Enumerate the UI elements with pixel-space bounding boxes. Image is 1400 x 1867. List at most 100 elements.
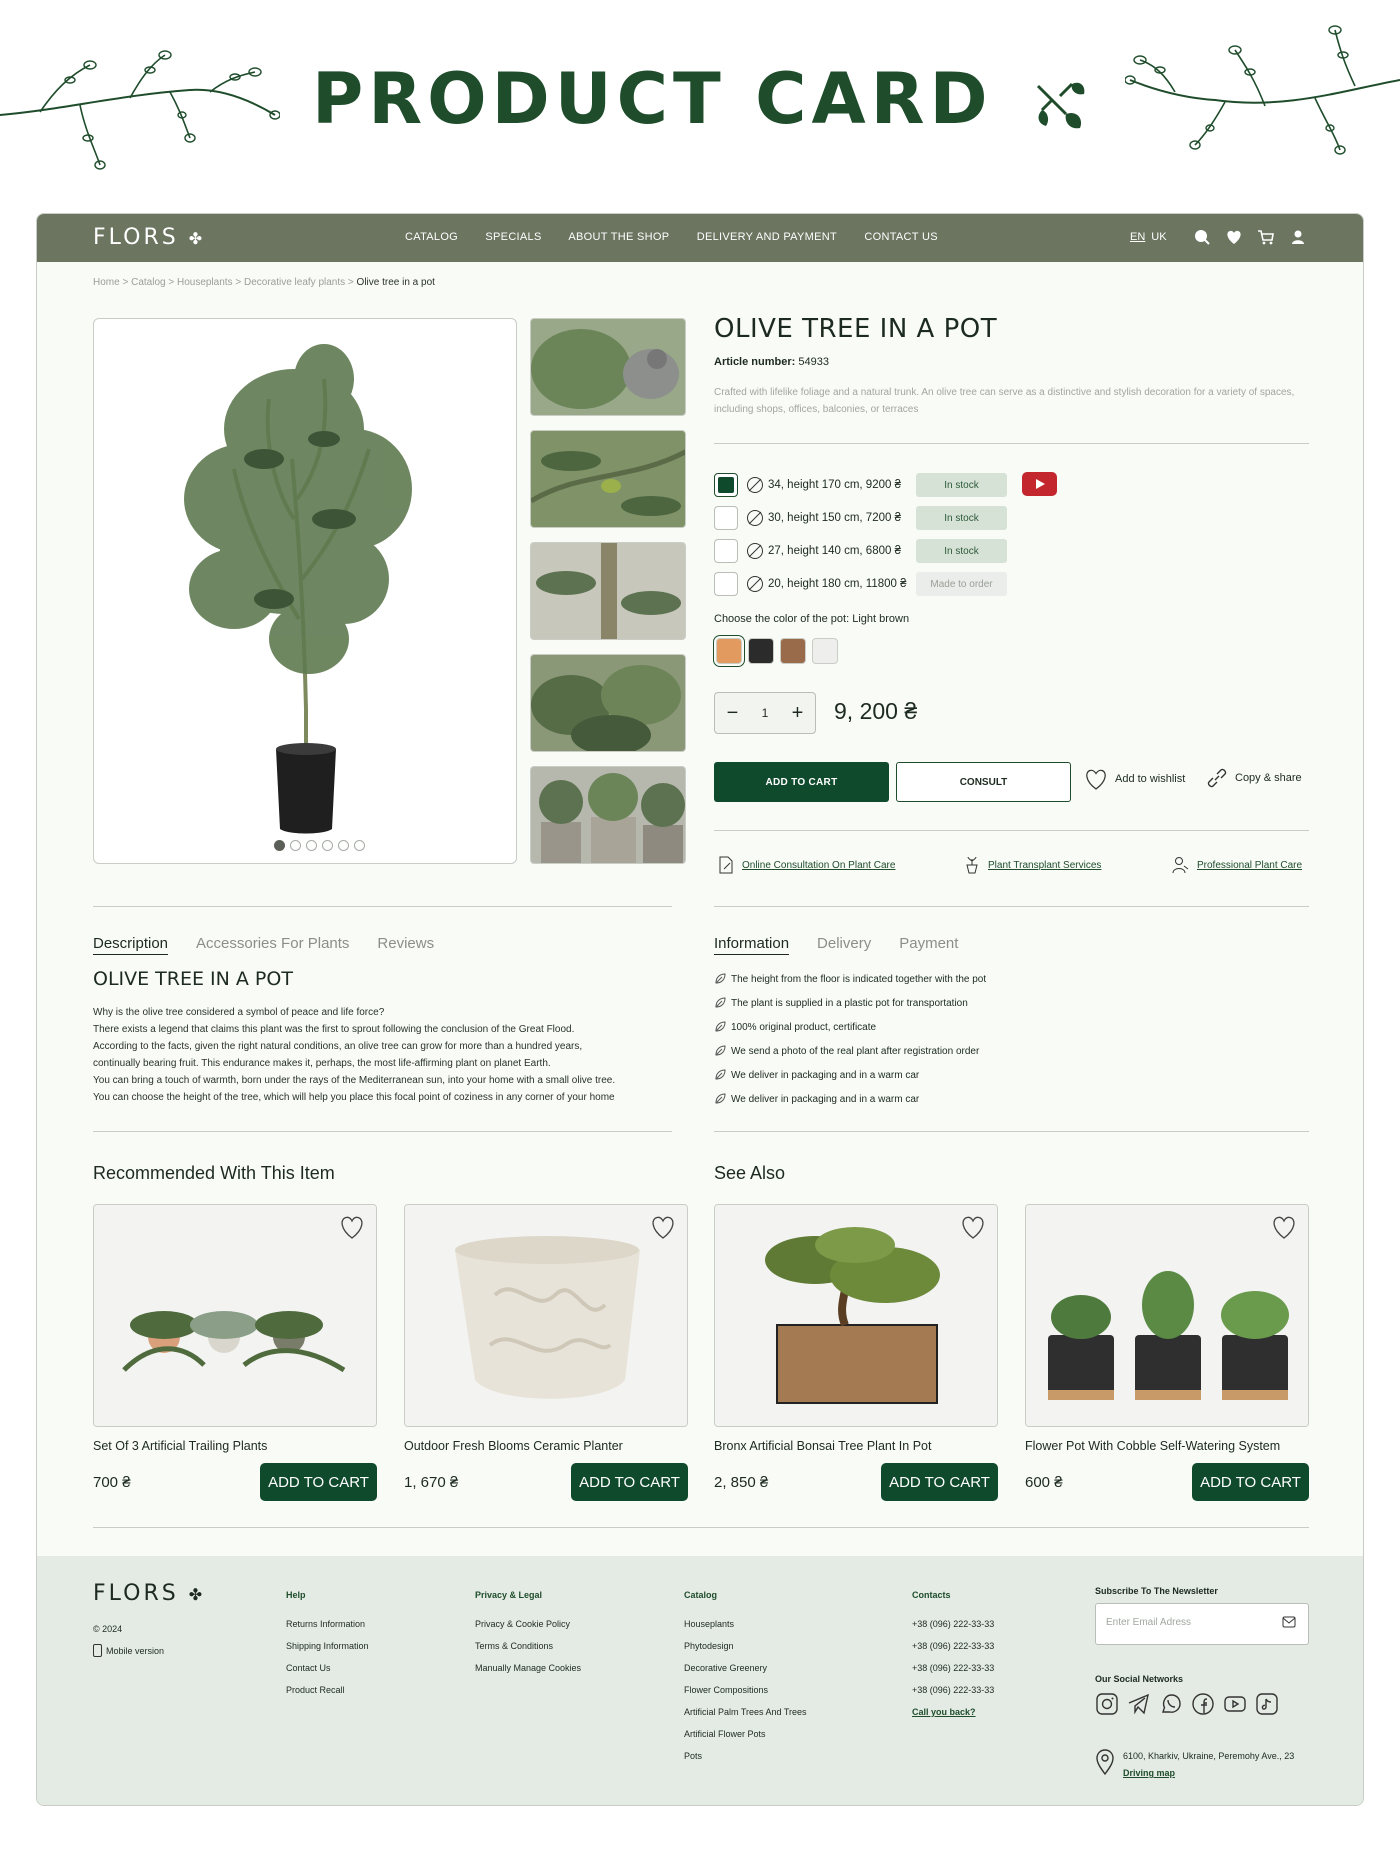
option-checkbox[interactable]	[714, 506, 738, 530]
main-product-image[interactable]	[93, 318, 517, 864]
tab-description[interactable]: Description	[93, 935, 169, 955]
user-icon[interactable]	[1287, 226, 1309, 248]
add-to-wishlist[interactable]: Add to wishlist	[1083, 766, 1185, 792]
wishlist-heart-icon[interactable]	[338, 1213, 366, 1241]
gallery-dot[interactable]	[290, 840, 301, 851]
thumbnail-1[interactable]	[530, 318, 686, 416]
nav-specials[interactable]: SPECIALS	[485, 231, 541, 243]
lang-uk[interactable]: UK	[1151, 231, 1166, 243]
card-add-to-cart-button[interactable]: ADD TO CART	[1192, 1463, 1309, 1501]
option-checkbox[interactable]	[714, 572, 738, 596]
email-input[interactable]: Enter Email Adress	[1095, 1603, 1309, 1645]
gallery-dot[interactable]	[306, 840, 317, 851]
callback-link[interactable]: Call you back?	[912, 1701, 994, 1723]
thumbnail-2[interactable]	[530, 430, 686, 528]
size-option[interactable]: 30, height 150 cm, 7200 ₴ In stock	[714, 505, 1007, 531]
color-swatch-white[interactable]	[812, 638, 838, 664]
color-swatch-black[interactable]	[748, 638, 774, 664]
card-image[interactable]	[1025, 1204, 1309, 1427]
facebook-icon[interactable]	[1191, 1692, 1215, 1716]
footer-link[interactable]: Terms & Conditions	[475, 1635, 581, 1657]
lang-en[interactable]: EN	[1130, 231, 1145, 243]
footer-link[interactable]: Contact Us	[286, 1657, 369, 1679]
card-image[interactable]	[404, 1204, 688, 1427]
footer-link[interactable]: Privacy & Cookie Policy	[475, 1613, 581, 1635]
option-checkbox[interactable]	[714, 473, 738, 497]
tab-delivery[interactable]: Delivery	[817, 935, 871, 955]
service-consultation[interactable]: Online Consultation On Plant Care	[718, 856, 895, 874]
mobile-version-link[interactable]: Mobile version	[93, 1644, 164, 1657]
wishlist-heart-icon[interactable]	[1270, 1213, 1298, 1241]
thumbnail-5[interactable]	[530, 766, 686, 864]
driving-map-link[interactable]: Driving map	[1123, 1768, 1294, 1778]
card-title[interactable]: Set Of 3 Artificial Trailing Plants	[93, 1439, 377, 1453]
footer-link[interactable]: Houseplants	[684, 1613, 807, 1635]
card-add-to-cart-button[interactable]: ADD TO CART	[260, 1463, 377, 1501]
youtube-video-button[interactable]	[1022, 472, 1057, 496]
phone-number[interactable]: +38 (096) 222-33-33	[912, 1613, 994, 1635]
footer-link[interactable]: Pots	[684, 1745, 807, 1767]
plus-button[interactable]: +	[792, 702, 804, 725]
footer-link[interactable]: Decorative Greenery	[684, 1657, 807, 1679]
footer-link[interactable]: Flower Compositions	[684, 1679, 807, 1701]
tab-reviews[interactable]: Reviews	[377, 935, 434, 955]
search-icon[interactable]	[1191, 226, 1213, 248]
footer-link[interactable]: Artificial Flower Pots	[684, 1723, 807, 1745]
tiktok-icon[interactable]	[1255, 1692, 1279, 1716]
tab-information[interactable]: Information	[714, 935, 790, 955]
thumbnail-4[interactable]	[530, 654, 686, 752]
nav-delivery[interactable]: DELIVERY AND PAYMENT	[697, 231, 837, 243]
footer-link[interactable]: Shipping Information	[286, 1635, 369, 1657]
gallery-dot[interactable]	[354, 840, 365, 851]
thumbnail-3[interactable]	[530, 542, 686, 640]
card-title[interactable]: Flower Pot With Cobble Self-Watering Sys…	[1025, 1439, 1309, 1453]
cart-icon[interactable]	[1255, 226, 1277, 248]
crumb-catalog[interactable]: Catalog	[131, 277, 165, 288]
tab-accessories[interactable]: Accessories For Plants	[196, 935, 349, 955]
wishlist-heart-icon[interactable]	[649, 1213, 677, 1241]
size-option[interactable]: 34, height 170 cm, 9200 ₴ In stock	[714, 472, 1007, 498]
telegram-icon[interactable]	[1127, 1692, 1151, 1716]
quantity-value[interactable]: 1	[762, 706, 769, 720]
service-plant-care[interactable]: Professional Plant Care	[1171, 856, 1302, 874]
card-add-to-cart-button[interactable]: ADD TO CART	[881, 1463, 998, 1501]
crumb-houseplants[interactable]: Houseplants	[177, 277, 233, 288]
nav-contact[interactable]: CONTACT US	[864, 231, 938, 243]
youtube-icon[interactable]	[1223, 1692, 1247, 1716]
gallery-dot[interactable]	[338, 840, 349, 851]
phone-number[interactable]: +38 (096) 222-33-33	[912, 1679, 994, 1701]
card-image[interactable]	[714, 1204, 998, 1427]
crumb-leafy[interactable]: Decorative leafy plants	[244, 277, 345, 288]
color-swatch-brown[interactable]	[780, 638, 806, 664]
card-image[interactable]	[93, 1204, 377, 1427]
whatsapp-icon[interactable]	[1159, 1692, 1183, 1716]
footer-link[interactable]: Artificial Palm Trees And Trees	[684, 1701, 807, 1723]
card-title[interactable]: Outdoor Fresh Blooms Ceramic Planter	[404, 1439, 688, 1453]
minus-button[interactable]: −	[727, 702, 739, 725]
crumb-home[interactable]: Home	[93, 277, 120, 288]
footer-link[interactable]: Product Recall	[286, 1679, 369, 1701]
card-add-to-cart-button[interactable]: ADD TO CART	[571, 1463, 688, 1501]
tab-payment[interactable]: Payment	[899, 935, 958, 955]
service-transplant[interactable]: Plant Transplant Services	[964, 856, 1101, 874]
phone-number[interactable]: +38 (096) 222-33-33	[912, 1635, 994, 1657]
color-swatch-orange[interactable]	[713, 635, 745, 667]
add-to-cart-button[interactable]: ADD TO CART	[714, 762, 889, 802]
mail-icon[interactable]	[1282, 1616, 1296, 1628]
size-option[interactable]: 20, height 180 cm, 11800 ₴ Made to order	[714, 571, 1007, 597]
header-logo[interactable]: FLORS ✤	[93, 225, 205, 250]
heart-icon[interactable]	[1223, 226, 1245, 248]
phone-number[interactable]: +38 (096) 222-33-33	[912, 1657, 994, 1679]
nav-about[interactable]: ABOUT THE SHOP	[568, 231, 669, 243]
card-title[interactable]: Bronx Artificial Bonsai Tree Plant In Po…	[714, 1439, 998, 1453]
footer-link[interactable]: Manually Manage Cookies	[475, 1657, 581, 1679]
size-option[interactable]: 27, height 140 cm, 6800 ₴ In stock	[714, 538, 1007, 564]
consult-button[interactable]: CONSULT	[896, 762, 1071, 802]
gallery-dot[interactable]	[274, 840, 285, 851]
footer-link[interactable]: Returns Information	[286, 1613, 369, 1635]
copy-share[interactable]: Copy & share	[1205, 766, 1302, 790]
footer-logo[interactable]: FLORS ✤	[93, 1581, 205, 1606]
wishlist-heart-icon[interactable]	[959, 1213, 987, 1241]
gallery-dot[interactable]	[322, 840, 333, 851]
nav-catalog[interactable]: CATALOG	[405, 231, 458, 243]
